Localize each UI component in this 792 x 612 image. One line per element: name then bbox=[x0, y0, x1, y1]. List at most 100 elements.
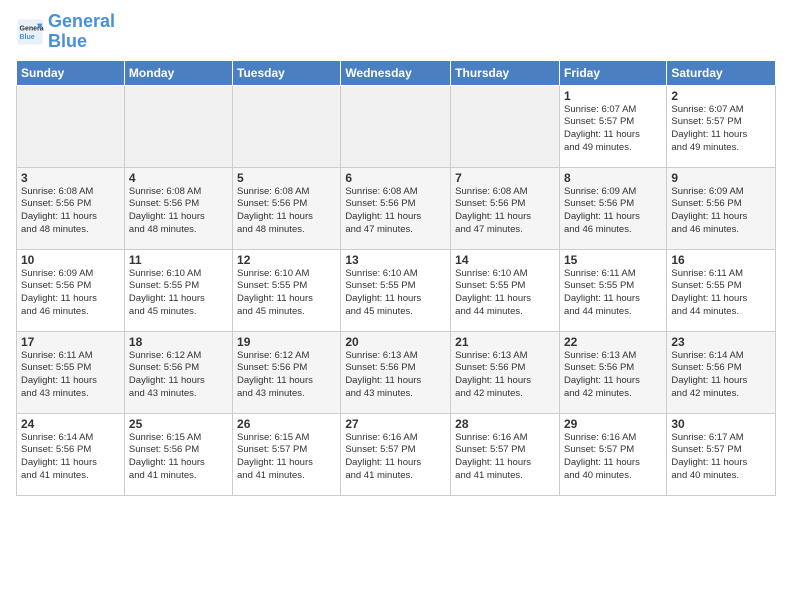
calendar-cell: 18Sunrise: 6:12 AM Sunset: 5:56 PM Dayli… bbox=[124, 331, 232, 413]
calendar-cell: 9Sunrise: 6:09 AM Sunset: 5:56 PM Daylig… bbox=[667, 167, 776, 249]
calendar-week-row: 17Sunrise: 6:11 AM Sunset: 5:55 PM Dayli… bbox=[17, 331, 776, 413]
day-number: 11 bbox=[129, 253, 228, 267]
day-info: Sunrise: 6:10 AM Sunset: 5:55 PM Dayligh… bbox=[237, 268, 336, 319]
calendar-cell: 5Sunrise: 6:08 AM Sunset: 5:56 PM Daylig… bbox=[233, 167, 341, 249]
day-number: 7 bbox=[455, 171, 555, 185]
day-number: 18 bbox=[129, 335, 228, 349]
logo-icon: General Blue bbox=[16, 18, 44, 46]
day-number: 13 bbox=[345, 253, 446, 267]
calendar-cell: 19Sunrise: 6:12 AM Sunset: 5:56 PM Dayli… bbox=[233, 331, 341, 413]
svg-text:Blue: Blue bbox=[20, 34, 35, 41]
calendar-cell: 15Sunrise: 6:11 AM Sunset: 5:55 PM Dayli… bbox=[559, 249, 666, 331]
day-number: 16 bbox=[671, 253, 771, 267]
day-info: Sunrise: 6:09 AM Sunset: 5:56 PM Dayligh… bbox=[671, 186, 771, 237]
day-info: Sunrise: 6:09 AM Sunset: 5:56 PM Dayligh… bbox=[21, 268, 120, 319]
calendar-cell: 13Sunrise: 6:10 AM Sunset: 5:55 PM Dayli… bbox=[341, 249, 451, 331]
day-number: 14 bbox=[455, 253, 555, 267]
day-info: Sunrise: 6:16 AM Sunset: 5:57 PM Dayligh… bbox=[455, 432, 555, 483]
day-info: Sunrise: 6:11 AM Sunset: 5:55 PM Dayligh… bbox=[671, 268, 771, 319]
day-info: Sunrise: 6:11 AM Sunset: 5:55 PM Dayligh… bbox=[564, 268, 662, 319]
weekday-header: Friday bbox=[559, 60, 666, 85]
calendar-cell: 7Sunrise: 6:08 AM Sunset: 5:56 PM Daylig… bbox=[451, 167, 560, 249]
day-number: 5 bbox=[237, 171, 336, 185]
day-number: 2 bbox=[671, 89, 771, 103]
day-number: 20 bbox=[345, 335, 446, 349]
calendar-cell: 27Sunrise: 6:16 AM Sunset: 5:57 PM Dayli… bbox=[341, 413, 451, 495]
day-info: Sunrise: 6:10 AM Sunset: 5:55 PM Dayligh… bbox=[345, 268, 446, 319]
calendar-cell: 29Sunrise: 6:16 AM Sunset: 5:57 PM Dayli… bbox=[559, 413, 666, 495]
day-info: Sunrise: 6:13 AM Sunset: 5:56 PM Dayligh… bbox=[455, 350, 555, 401]
day-number: 3 bbox=[21, 171, 120, 185]
day-number: 29 bbox=[564, 417, 662, 431]
weekday-header: Thursday bbox=[451, 60, 560, 85]
day-info: Sunrise: 6:17 AM Sunset: 5:57 PM Dayligh… bbox=[671, 432, 771, 483]
day-info: Sunrise: 6:08 AM Sunset: 5:56 PM Dayligh… bbox=[455, 186, 555, 237]
calendar-cell: 14Sunrise: 6:10 AM Sunset: 5:55 PM Dayli… bbox=[451, 249, 560, 331]
day-number: 24 bbox=[21, 417, 120, 431]
calendar-cell: 28Sunrise: 6:16 AM Sunset: 5:57 PM Dayli… bbox=[451, 413, 560, 495]
day-number: 9 bbox=[671, 171, 771, 185]
day-number: 4 bbox=[129, 171, 228, 185]
day-info: Sunrise: 6:13 AM Sunset: 5:56 PM Dayligh… bbox=[564, 350, 662, 401]
day-number: 1 bbox=[564, 89, 662, 103]
day-info: Sunrise: 6:07 AM Sunset: 5:57 PM Dayligh… bbox=[671, 104, 771, 155]
calendar-cell: 6Sunrise: 6:08 AM Sunset: 5:56 PM Daylig… bbox=[341, 167, 451, 249]
day-number: 12 bbox=[237, 253, 336, 267]
day-number: 30 bbox=[671, 417, 771, 431]
day-number: 10 bbox=[21, 253, 120, 267]
day-number: 23 bbox=[671, 335, 771, 349]
calendar-cell: 16Sunrise: 6:11 AM Sunset: 5:55 PM Dayli… bbox=[667, 249, 776, 331]
weekday-header: Monday bbox=[124, 60, 232, 85]
day-number: 21 bbox=[455, 335, 555, 349]
day-number: 17 bbox=[21, 335, 120, 349]
calendar-cell bbox=[124, 85, 232, 167]
day-number: 6 bbox=[345, 171, 446, 185]
calendar-cell: 25Sunrise: 6:15 AM Sunset: 5:56 PM Dayli… bbox=[124, 413, 232, 495]
calendar-week-row: 1Sunrise: 6:07 AM Sunset: 5:57 PM Daylig… bbox=[17, 85, 776, 167]
calendar-cell bbox=[17, 85, 125, 167]
day-info: Sunrise: 6:07 AM Sunset: 5:57 PM Dayligh… bbox=[564, 104, 662, 155]
calendar-cell: 8Sunrise: 6:09 AM Sunset: 5:56 PM Daylig… bbox=[559, 167, 666, 249]
calendar-cell: 11Sunrise: 6:10 AM Sunset: 5:55 PM Dayli… bbox=[124, 249, 232, 331]
day-info: Sunrise: 6:13 AM Sunset: 5:56 PM Dayligh… bbox=[345, 350, 446, 401]
logo-text: GeneralBlue bbox=[48, 12, 115, 52]
calendar-cell: 23Sunrise: 6:14 AM Sunset: 5:56 PM Dayli… bbox=[667, 331, 776, 413]
calendar-cell: 26Sunrise: 6:15 AM Sunset: 5:57 PM Dayli… bbox=[233, 413, 341, 495]
calendar-cell: 22Sunrise: 6:13 AM Sunset: 5:56 PM Dayli… bbox=[559, 331, 666, 413]
calendar-cell: 2Sunrise: 6:07 AM Sunset: 5:57 PM Daylig… bbox=[667, 85, 776, 167]
day-info: Sunrise: 6:08 AM Sunset: 5:56 PM Dayligh… bbox=[129, 186, 228, 237]
day-info: Sunrise: 6:15 AM Sunset: 5:57 PM Dayligh… bbox=[237, 432, 336, 483]
page: General Blue GeneralBlue SundayMondayTue… bbox=[0, 0, 792, 504]
day-info: Sunrise: 6:10 AM Sunset: 5:55 PM Dayligh… bbox=[455, 268, 555, 319]
weekday-header: Tuesday bbox=[233, 60, 341, 85]
day-number: 8 bbox=[564, 171, 662, 185]
calendar-cell bbox=[341, 85, 451, 167]
calendar-cell bbox=[233, 85, 341, 167]
calendar-cell: 17Sunrise: 6:11 AM Sunset: 5:55 PM Dayli… bbox=[17, 331, 125, 413]
day-number: 15 bbox=[564, 253, 662, 267]
calendar-cell: 1Sunrise: 6:07 AM Sunset: 5:57 PM Daylig… bbox=[559, 85, 666, 167]
day-info: Sunrise: 6:11 AM Sunset: 5:55 PM Dayligh… bbox=[21, 350, 120, 401]
weekday-header: Saturday bbox=[667, 60, 776, 85]
header: General Blue GeneralBlue bbox=[16, 12, 776, 52]
calendar-week-row: 24Sunrise: 6:14 AM Sunset: 5:56 PM Dayli… bbox=[17, 413, 776, 495]
calendar-cell: 21Sunrise: 6:13 AM Sunset: 5:56 PM Dayli… bbox=[451, 331, 560, 413]
weekday-header: Wednesday bbox=[341, 60, 451, 85]
day-info: Sunrise: 6:09 AM Sunset: 5:56 PM Dayligh… bbox=[564, 186, 662, 237]
calendar-cell: 20Sunrise: 6:13 AM Sunset: 5:56 PM Dayli… bbox=[341, 331, 451, 413]
calendar-week-row: 3Sunrise: 6:08 AM Sunset: 5:56 PM Daylig… bbox=[17, 167, 776, 249]
day-info: Sunrise: 6:08 AM Sunset: 5:56 PM Dayligh… bbox=[21, 186, 120, 237]
day-number: 27 bbox=[345, 417, 446, 431]
day-info: Sunrise: 6:16 AM Sunset: 5:57 PM Dayligh… bbox=[345, 432, 446, 483]
day-number: 22 bbox=[564, 335, 662, 349]
day-info: Sunrise: 6:16 AM Sunset: 5:57 PM Dayligh… bbox=[564, 432, 662, 483]
day-info: Sunrise: 6:12 AM Sunset: 5:56 PM Dayligh… bbox=[237, 350, 336, 401]
logo: General Blue GeneralBlue bbox=[16, 12, 115, 52]
calendar-cell: 4Sunrise: 6:08 AM Sunset: 5:56 PM Daylig… bbox=[124, 167, 232, 249]
day-info: Sunrise: 6:10 AM Sunset: 5:55 PM Dayligh… bbox=[129, 268, 228, 319]
calendar-cell: 24Sunrise: 6:14 AM Sunset: 5:56 PM Dayli… bbox=[17, 413, 125, 495]
calendar-week-row: 10Sunrise: 6:09 AM Sunset: 5:56 PM Dayli… bbox=[17, 249, 776, 331]
day-info: Sunrise: 6:08 AM Sunset: 5:56 PM Dayligh… bbox=[237, 186, 336, 237]
day-info: Sunrise: 6:14 AM Sunset: 5:56 PM Dayligh… bbox=[671, 350, 771, 401]
day-number: 25 bbox=[129, 417, 228, 431]
